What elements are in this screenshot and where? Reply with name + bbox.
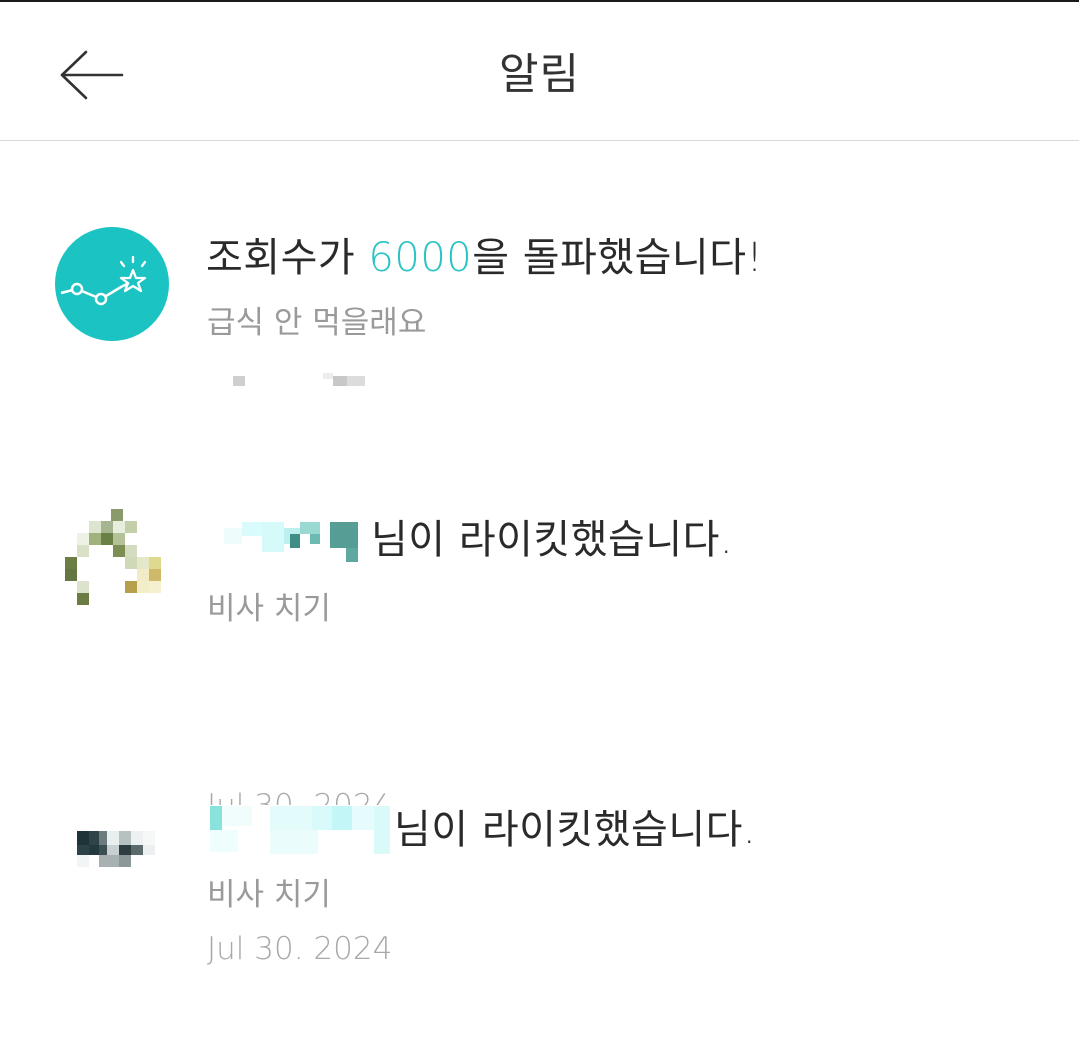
notification-title-suffix: 님이 라이킷했습니다. xyxy=(371,517,734,563)
notification-item-views-milestone[interactable]: 조회수가 6000을 돌파했습니다! 급식 안 먹을래요 xyxy=(0,201,1079,461)
app-header: 알림 xyxy=(0,2,1079,141)
notification-title-suffix: 님이 라이킷했습니다. xyxy=(394,807,757,853)
notification-title-suffix: 을 돌파했습니다! xyxy=(472,235,764,281)
blurred-date xyxy=(230,373,370,387)
article-title: 급식 안 먹을래요 xyxy=(207,305,427,341)
notification-title-prefix: 조회수가 xyxy=(206,235,369,281)
notification-title: 님이 라이킷했습니다. xyxy=(206,507,733,565)
view-count: 6000 xyxy=(368,235,473,281)
user-avatar xyxy=(55,803,169,917)
stats-star-icon xyxy=(55,227,169,341)
blurred-username xyxy=(206,520,371,564)
notification-item-like[interactable]: 님이 라이킷했습니다. 비사 치기 Jul 30. 2024 xyxy=(0,761,1079,1041)
notification-title: 님이 라이킷했습니다. xyxy=(206,797,756,860)
notification-item-like[interactable]: 님이 라이킷했습니다. 비사 치기 Jul 30. 2024 xyxy=(0,481,1079,805)
notification-date: Jul 30. 2024 xyxy=(207,931,393,967)
article-title: 비사 치기 xyxy=(207,877,331,913)
blurred-username xyxy=(206,804,394,860)
page-title: 알림 xyxy=(498,50,581,100)
article-title: 비사 치기 xyxy=(207,591,331,627)
user-avatar xyxy=(55,505,169,619)
notification-title: 조회수가 6000을 돌파했습니다! xyxy=(206,225,763,283)
